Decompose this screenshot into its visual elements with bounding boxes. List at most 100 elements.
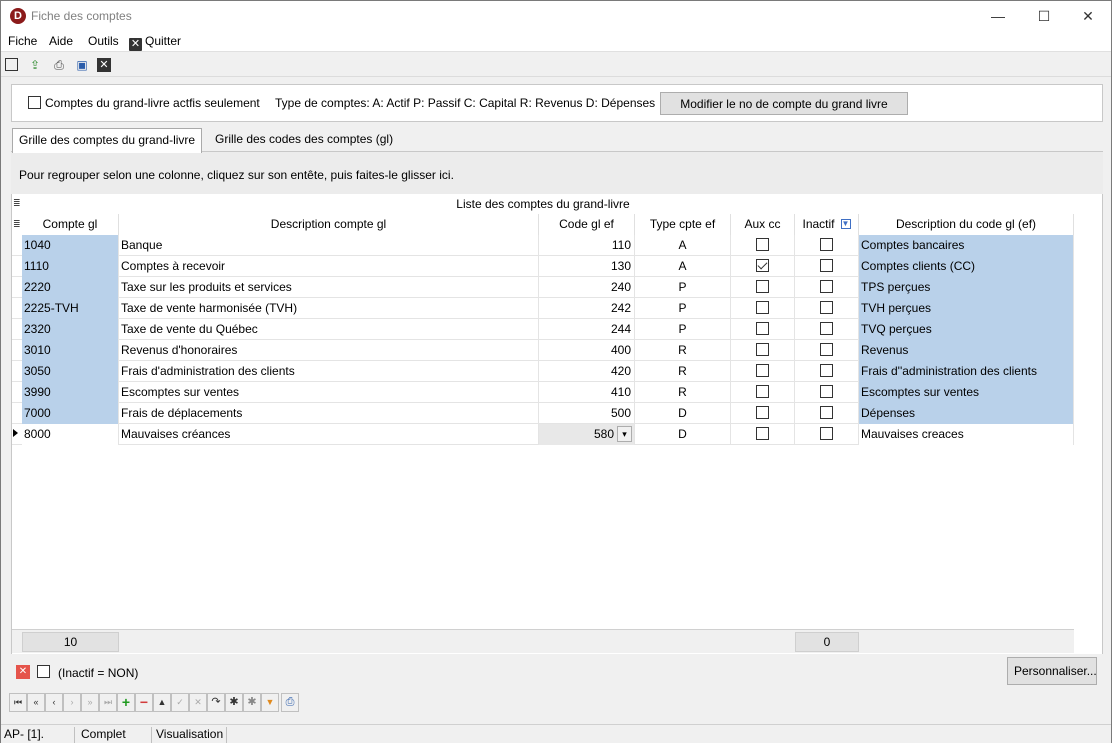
cell-code-gl[interactable]: 244 bbox=[539, 319, 635, 340]
header-aux-cc[interactable]: Aux cc bbox=[731, 214, 795, 235]
cell-description[interactable]: Taxe de vente harmonisée (TVH) bbox=[119, 298, 539, 319]
first-record-icon[interactable]: ⏮ bbox=[9, 693, 27, 712]
cell-code-description[interactable]: TVQ perçues bbox=[859, 319, 1074, 340]
table-row-current[interactable]: 8000 Mauvaises créances 580 ▾ D Mauvaise… bbox=[12, 424, 1074, 445]
cell-code-description[interactable]: Escomptes sur ventes bbox=[859, 382, 1074, 403]
filter-expression[interactable]: (Inactif = NON) bbox=[58, 666, 138, 680]
aux-cc-checkbox[interactable] bbox=[756, 427, 769, 441]
table-row[interactable]: 2220 Taxe sur les produits et services 2… bbox=[12, 277, 1074, 298]
table-row[interactable]: 3050 Frais d'administration des clients … bbox=[12, 361, 1074, 382]
aux-cc-checkbox[interactable] bbox=[756, 364, 769, 378]
cell-type[interactable]: R bbox=[635, 382, 731, 403]
cell-description[interactable]: Frais d'administration des clients bbox=[119, 361, 539, 382]
cell-code-gl-editor[interactable]: 580 ▾ bbox=[539, 424, 635, 445]
minimize-button[interactable]: — bbox=[975, 1, 1021, 31]
cell-code-description[interactable]: TVH perçues bbox=[859, 298, 1074, 319]
cell-description[interactable]: Revenus d'honoraires bbox=[119, 340, 539, 361]
aux-cc-checkbox[interactable] bbox=[756, 385, 769, 399]
cell-compte-gl[interactable]: 1040 bbox=[22, 235, 119, 256]
cell-compte-gl[interactable]: 1110 bbox=[22, 256, 119, 277]
table-row[interactable]: 7000 Frais de déplacements 500 D Dépense… bbox=[12, 403, 1074, 424]
next-page-icon[interactable]: » bbox=[81, 693, 99, 712]
header-compte-gl[interactable]: Compte gl bbox=[22, 214, 119, 235]
aux-cc-checkbox[interactable] bbox=[756, 322, 769, 336]
cell-code-gl[interactable]: 410 bbox=[539, 382, 635, 403]
inactif-checkbox[interactable] bbox=[820, 280, 833, 294]
edit-record-icon[interactable]: ▲ bbox=[153, 693, 171, 712]
cell-code-gl[interactable]: 420 bbox=[539, 361, 635, 382]
cancel-edit-icon[interactable]: ✕ bbox=[189, 693, 207, 712]
tab-grille-codes[interactable]: Grille des codes des comptes (gl) bbox=[209, 128, 399, 152]
cell-type[interactable]: R bbox=[635, 340, 731, 361]
last-record-icon[interactable]: ⏭ bbox=[99, 693, 117, 712]
export-icon[interactable]: ⇪ bbox=[27, 57, 43, 73]
table-row[interactable]: 2320 Taxe de vente du Québec 244 P TVQ p… bbox=[12, 319, 1074, 340]
cell-type[interactable]: P bbox=[635, 277, 731, 298]
inactif-checkbox[interactable] bbox=[820, 364, 833, 378]
prev-page-icon[interactable]: « bbox=[27, 693, 45, 712]
inactif-checkbox[interactable] bbox=[820, 238, 833, 252]
inactif-checkbox[interactable] bbox=[820, 427, 833, 441]
close-form-icon[interactable]: ✕ bbox=[97, 58, 111, 72]
customize-button[interactable]: Personnaliser... bbox=[1007, 657, 1097, 685]
aux-cc-checkbox[interactable] bbox=[756, 406, 769, 420]
goto-bookmark-icon[interactable]: ✱ bbox=[243, 693, 261, 712]
table-row[interactable]: 3010 Revenus d'honoraires 400 R Revenus bbox=[12, 340, 1074, 361]
active-only-checkbox[interactable] bbox=[28, 96, 41, 109]
cell-description[interactable]: Banque bbox=[119, 235, 539, 256]
cell-compte-gl[interactable]: 2225-TVH bbox=[22, 298, 119, 319]
maximize-button[interactable]: ☐ bbox=[1021, 1, 1067, 31]
clear-filter-icon[interactable]: ✕ bbox=[16, 665, 30, 679]
cell-type[interactable]: P bbox=[635, 319, 731, 340]
inactif-checkbox[interactable] bbox=[820, 301, 833, 315]
inactif-checkbox[interactable] bbox=[820, 322, 833, 336]
cell-code-gl[interactable]: 110 bbox=[539, 235, 635, 256]
header-code-description[interactable]: Description du code gl (ef) bbox=[859, 214, 1074, 235]
aux-cc-checkbox[interactable] bbox=[756, 343, 769, 357]
next-record-icon[interactable]: › bbox=[63, 693, 81, 712]
group-by-panel[interactable]: Pour regrouper selon une colonne, clique… bbox=[11, 152, 1103, 194]
filter-icon[interactable]: ▼ bbox=[261, 693, 279, 712]
aux-cc-checkbox[interactable] bbox=[756, 238, 769, 252]
table-row[interactable]: 1110 Comptes à recevoir 130 A Comptes cl… bbox=[12, 256, 1074, 277]
cell-code-gl[interactable]: 240 bbox=[539, 277, 635, 298]
cell-type[interactable]: A bbox=[635, 256, 731, 277]
header-description[interactable]: Description compte gl bbox=[119, 214, 539, 235]
preview-icon[interactable]: ▣ bbox=[74, 57, 90, 73]
header-type[interactable]: Type cpte ef bbox=[635, 214, 731, 235]
cell-type[interactable]: A bbox=[635, 235, 731, 256]
inactif-checkbox[interactable] bbox=[820, 406, 833, 420]
cell-type[interactable]: P bbox=[635, 298, 731, 319]
inactif-checkbox[interactable] bbox=[820, 385, 833, 399]
cell-code-description[interactable]: Mauvaises creaces bbox=[859, 424, 1074, 445]
cell-compte-gl[interactable]: 2320 bbox=[22, 319, 119, 340]
filter-enable-checkbox[interactable] bbox=[37, 665, 50, 678]
menu-outils[interactable]: Outils bbox=[88, 34, 119, 48]
cell-code-gl[interactable]: 500 bbox=[539, 403, 635, 424]
cell-code-gl[interactable]: 130 bbox=[539, 256, 635, 277]
delete-record-icon[interactable]: − bbox=[135, 693, 153, 712]
menu-fiche[interactable]: Fiche bbox=[8, 34, 37, 48]
header-code-gl[interactable]: Code gl ef bbox=[539, 214, 635, 235]
cell-description[interactable]: Mauvaises créances bbox=[119, 424, 539, 445]
cell-code-gl[interactable]: 400 bbox=[539, 340, 635, 361]
table-row[interactable]: 1040 Banque 110 A Comptes bancaires bbox=[12, 235, 1074, 256]
cell-compte-gl[interactable]: 2220 bbox=[22, 277, 119, 298]
cell-description[interactable]: Taxe sur les produits et services bbox=[119, 277, 539, 298]
column-filter-icon[interactable]: ▼ bbox=[840, 219, 851, 229]
cell-compte-gl[interactable]: 8000 bbox=[22, 424, 119, 445]
modify-account-number-button[interactable]: Modifier le no de compte du grand livre bbox=[660, 92, 908, 115]
post-edit-icon[interactable]: ✓ bbox=[171, 693, 189, 712]
cell-code-description[interactable]: Comptes clients (CC) bbox=[859, 256, 1074, 277]
inactif-checkbox[interactable] bbox=[820, 343, 833, 357]
cell-type[interactable]: R bbox=[635, 361, 731, 382]
prev-record-icon[interactable]: ‹ bbox=[45, 693, 63, 712]
cell-type[interactable]: D bbox=[635, 403, 731, 424]
cell-code-description[interactable]: TPS perçues bbox=[859, 277, 1074, 298]
refresh-icon[interactable]: ↷ bbox=[207, 693, 225, 712]
cell-compte-gl[interactable]: 3010 bbox=[22, 340, 119, 361]
cell-code-gl[interactable]: 242 bbox=[539, 298, 635, 319]
print-icon[interactable]: ⎙ bbox=[51, 57, 67, 73]
cell-description[interactable]: Frais de déplacements bbox=[119, 403, 539, 424]
header-inactif[interactable]: Inactif ▼ bbox=[795, 214, 859, 235]
